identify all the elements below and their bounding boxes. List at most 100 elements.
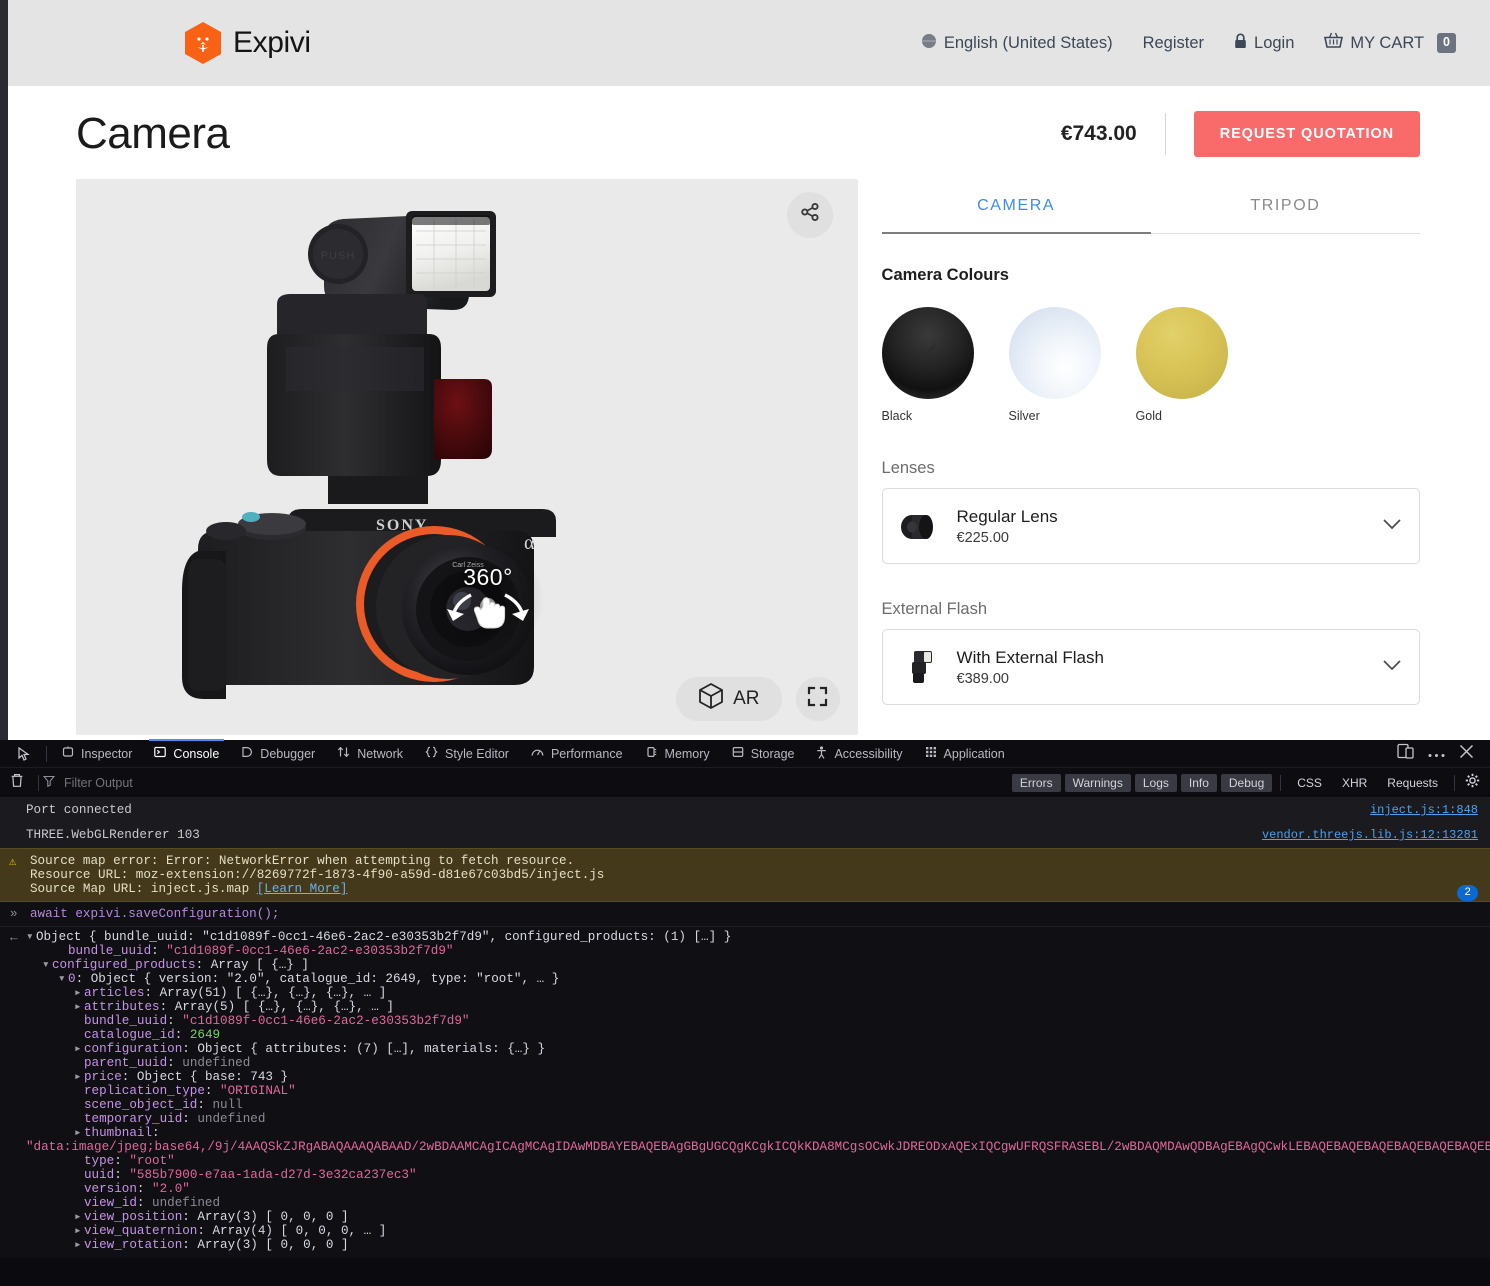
result-row: temporary_uid: undefined: [26, 1112, 1478, 1126]
fullscreen-button[interactable]: [795, 676, 840, 721]
result-row-colon: :: [136, 1182, 153, 1196]
chevron-down-icon[interactable]: [1383, 517, 1401, 535]
filter-output-wrap[interactable]: [42, 774, 322, 791]
twisty-closed-icon[interactable]: ▸: [74, 1238, 84, 1252]
thumbnail-key: thumbnail: [84, 1126, 153, 1140]
result-row-value: Object { base: 743 }: [136, 1070, 289, 1084]
filter-info[interactable]: Info: [1180, 773, 1217, 792]
result-row-value: "c1d1089f-0cc1-46e6-2ac2-e30353b2f7d9": [182, 1014, 470, 1028]
price-area: €743.00 REQUEST QUOTATION: [1060, 111, 1420, 158]
twisty-closed-icon[interactable]: ▸: [74, 1224, 84, 1238]
tab-debugger[interactable]: Debugger: [230, 740, 326, 768]
result-row-value: Array(51) [ {…}, {…}, {…}, … ]: [159, 986, 387, 1000]
filter-xhr[interactable]: XHR: [1334, 774, 1375, 792]
tab-style-editor[interactable]: Style Editor: [414, 740, 520, 768]
swatch-black-circle[interactable]: [881, 306, 974, 399]
cart-link[interactable]: MY CART 0: [1324, 32, 1456, 54]
twisty-closed-icon[interactable]: ▸: [74, 1210, 84, 1224]
tab-performance[interactable]: Performance: [520, 740, 634, 768]
result-row-key: bundle_uuid: [84, 1014, 168, 1028]
learn-more-link[interactable]: [Learn More]: [257, 882, 348, 896]
twisty-closed-icon[interactable]: ▸: [74, 1042, 84, 1056]
tab-camera[interactable]: CAMERA: [881, 183, 1151, 234]
devtools-toolbar-actions: [1397, 743, 1484, 765]
flash-select[interactable]: With External Flash €389.00: [881, 628, 1420, 705]
twisty-closed-icon[interactable]: ▸: [74, 1070, 84, 1084]
language-selector[interactable]: English (United States): [918, 33, 1113, 54]
console-result[interactable]: ← ▾ Object { bundle_uuid: "c1d1089f-0cc1-…: [0, 927, 1490, 1258]
filter-output-input[interactable]: [62, 774, 322, 791]
result-row-colon: :: [114, 1154, 130, 1168]
globe-icon: [918, 33, 939, 54]
twisty-open-icon[interactable]: ▾: [42, 958, 52, 972]
swatch-gold-circle[interactable]: [1135, 306, 1228, 399]
result-row-key: replication_type: [84, 1084, 205, 1098]
camera-colours-title: Camera Colours: [881, 265, 1009, 284]
filter-logs[interactable]: Logs: [1134, 773, 1177, 792]
filter-requests[interactable]: Requests: [1379, 774, 1446, 792]
console-input-echo[interactable]: » await expivi.saveConfiguration();: [0, 902, 1490, 927]
product-price: €743.00: [1060, 122, 1137, 146]
result-row-value: undefined: [152, 1196, 221, 1210]
console-row-log[interactable]: Port connected inject.js:1:848: [0, 798, 1490, 823]
result-row-key: view_rotation: [84, 1238, 183, 1252]
result-row-colon: :: [182, 1238, 198, 1252]
tab-application[interactable]: Application: [914, 740, 1016, 768]
console-row-warning[interactable]: ⚠ Source map error: Error: NetworkError …: [0, 848, 1490, 902]
share-button[interactable]: [786, 191, 833, 238]
console-row-log[interactable]: THREE.WebGLRenderer 103 vendor.threejs.l…: [0, 823, 1490, 848]
swatch-gold[interactable]: Gold: [1135, 306, 1228, 423]
source-link[interactable]: vendor.threejs.lib.js:12:13281: [1262, 828, 1478, 842]
swatch-silver[interactable]: Silver: [1008, 306, 1101, 423]
result-row: version: "2.0": [26, 1182, 1478, 1196]
flash-thumb-icon: [897, 644, 943, 690]
tab-storage[interactable]: Storage: [721, 740, 806, 768]
result-row-value: "c1d1089f-0cc1-46e6-2ac2-e30353b2f7d9": [166, 944, 454, 958]
cart-count-badge: 0: [1437, 33, 1456, 53]
ar-button[interactable]: AR: [676, 676, 782, 721]
tab-tripod[interactable]: TRIPOD: [1151, 183, 1420, 234]
result-row: type: "root": [26, 1154, 1478, 1168]
product-3d-viewer[interactable]: PUSH SONY α 360° AR: [76, 178, 858, 735]
request-quotation-button[interactable]: REQUEST QUOTATION: [1193, 111, 1420, 158]
brand-logo[interactable]: Expivi: [183, 21, 311, 65]
twisty-closed-icon[interactable]: ▸: [74, 986, 84, 1000]
tab-accessibility[interactable]: Accessibility: [805, 740, 913, 768]
divider: [46, 745, 47, 762]
trash-icon[interactable]: [10, 773, 24, 793]
meatball-menu-icon[interactable]: [1428, 745, 1445, 763]
filter-debug[interactable]: Debug: [1220, 773, 1273, 792]
tab-network[interactable]: Network: [326, 740, 414, 768]
pick-element-button[interactable]: [6, 740, 42, 768]
warning-line-3-text: Source Map URL: inject.js.map: [30, 882, 257, 896]
lens-select[interactable]: Regular Lens €225.00: [881, 487, 1420, 564]
filter-css[interactable]: CSS: [1289, 774, 1330, 792]
source-link[interactable]: inject.js:1:848: [1370, 803, 1478, 817]
swatch-black[interactable]: Black: [881, 306, 974, 423]
result-row-colon: :: [75, 972, 91, 986]
twisty-open-icon[interactable]: ▾: [26, 930, 36, 944]
register-link[interactable]: Register: [1143, 34, 1204, 53]
responsive-design-icon[interactable]: [1397, 743, 1414, 765]
tab-memory[interactable]: Memory: [634, 740, 721, 768]
console-output[interactable]: Port connected inject.js:1:848 THREE.Web…: [0, 798, 1490, 1284]
filter-warnings[interactable]: Warnings: [1064, 773, 1131, 792]
gear-icon[interactable]: [1465, 773, 1480, 793]
close-icon[interactable]: [1459, 744, 1474, 764]
tab-console[interactable]: Console: [143, 738, 230, 768]
twisty-open-icon[interactable]: ▾: [58, 972, 68, 986]
result-row-value: "ORIGINAL": [220, 1084, 296, 1098]
tab-inspector[interactable]: Inspector: [51, 740, 143, 768]
result-row-colon: :: [204, 1084, 221, 1098]
lock-icon: [1234, 33, 1247, 54]
chevron-down-icon[interactable]: [1383, 658, 1401, 676]
twisty-closed-icon[interactable]: ▸: [74, 1126, 84, 1140]
twisty-closed-icon[interactable]: ▸: [74, 1000, 84, 1014]
swatch-silver-circle[interactable]: [1008, 306, 1101, 399]
svg-text:PUSH: PUSH: [321, 250, 356, 262]
login-link[interactable]: Login: [1234, 33, 1294, 54]
filter-errors[interactable]: Errors: [1011, 773, 1061, 792]
result-row: ▸ articles: Array(51) [ {…}, {…}, {…}, … …: [26, 986, 1478, 1000]
result-row: ▸ attributes: Array(5) [ {…}, {…}, {…}, ……: [26, 1000, 1478, 1014]
result-row-colon: :: [144, 986, 160, 1000]
